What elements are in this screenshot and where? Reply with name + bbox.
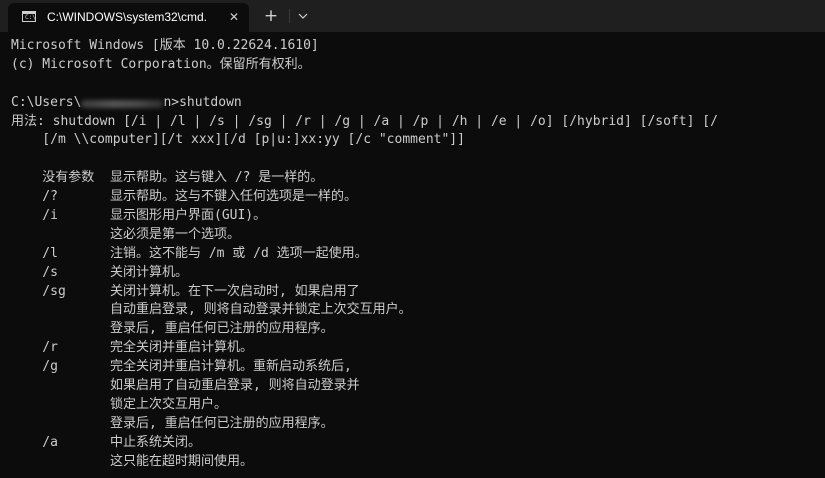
option-line: /sg 关闭计算机。在下一次启动时, 如果启用了 <box>11 283 825 302</box>
option-flag: /sg <box>11 283 66 299</box>
option-line: 自动重启登录, 则将自动登录并锁定上次交互用户。 <box>11 301 825 320</box>
option-description: 关闭计算机。在下一次启动时, 如果启用了 <box>110 283 360 299</box>
option-description: 自动重启登录, 则将自动登录并锁定上次交互用户。 <box>110 302 412 318</box>
tab-cmd[interactable]: C:\ C:\WINDOWS\system32\cmd. ✕ <box>8 3 249 32</box>
option-description: 完全关闭并重启计算机。重新启动系统后, <box>110 359 352 375</box>
option-line: 如果启用了自动重启登录, 则将自动登录并 <box>11 377 825 396</box>
option-description: 锁定上次交互用户。 <box>110 396 228 412</box>
option-line: /? 显示帮助。这与不键入任何选项是一样的。 <box>11 188 825 207</box>
terminal-window: C:\ C:\WINDOWS\system32\cmd. ✕ + Microso… <box>0 0 825 478</box>
chevron-down-icon <box>298 13 308 19</box>
banner-line: Microsoft Windows [版本 10.0.22624.1610] <box>11 38 319 53</box>
tab-divider <box>289 9 290 23</box>
option-description: 显示帮助。这与不键入任何选项是一样的。 <box>110 189 358 205</box>
usage-line: [/m \\computer][/t xxx][/d [p|u:]xx:yy [… <box>11 132 465 148</box>
usage-line: 用法: shutdown [/i | /l | /s | /sg | /r | … <box>11 113 718 129</box>
banner-line: (c) Microsoft Corporation。保留所有权利。 <box>11 56 311 72</box>
option-line: /i 显示图形用户界面(GUI)。 <box>11 207 825 226</box>
option-line: 这只能在超时期间使用。 <box>11 453 825 472</box>
prompt-prefix: C:\Users\ <box>11 94 82 110</box>
option-line: /a 中止系统关闭。 <box>11 434 825 453</box>
option-flag: /s <box>11 264 58 280</box>
option-flag: /i <box>11 208 58 224</box>
option-description: 中止系统关闭。 <box>110 434 202 450</box>
option-line: 没有参数 显示帮助。这与键入 /? 是一样的。 <box>11 169 825 188</box>
tab-dropdown-button[interactable] <box>294 5 312 27</box>
option-flag: 没有参数 <box>11 170 95 186</box>
option-line: 锁定上次交互用户。 <box>11 396 825 415</box>
option-description: 关闭计算机。 <box>110 264 189 280</box>
option-line: 登录后, 重启任何已注册的应用程序。 <box>11 320 825 339</box>
option-description: 这只能在超时期间使用。 <box>110 453 254 469</box>
option-description: 显示帮助。这与键入 /? 是一样的。 <box>110 170 324 186</box>
option-description: 登录后, 重启任何已注册的应用程序。 <box>110 415 334 431</box>
option-flag: /g <box>11 359 58 375</box>
cmd-icon: C:\ <box>22 11 36 22</box>
option-flag: /r <box>11 340 58 356</box>
close-icon[interactable]: ✕ <box>225 8 243 26</box>
option-line: /r 完全关闭并重启计算机。 <box>11 339 825 358</box>
option-line: /g 完全关闭并重启计算机。重新启动系统后, <box>11 358 825 377</box>
option-description: 完全关闭并重启计算机。 <box>110 340 254 356</box>
option-list: 没有参数 显示帮助。这与键入 /? 是一样的。 /? 显示帮助。这与不键入任何选项是… <box>11 169 825 471</box>
option-description: 注销。这不能与 /m 或 /d 选项一起使用。 <box>110 245 368 261</box>
tab-title: C:\WINDOWS\system32\cmd. <box>47 10 208 24</box>
new-tab-button[interactable]: + <box>259 5 283 27</box>
prompt-command: n>shutdown <box>163 94 242 110</box>
option-description: 如果启用了自动重启登录, 则将自动登录并 <box>110 378 360 394</box>
option-flag: /l <box>11 245 58 261</box>
option-line: /l 注销。这不能与 /m 或 /d 选项一起使用。 <box>11 245 825 264</box>
title-bar[interactable]: C:\ C:\WINDOWS\system32\cmd. ✕ + <box>0 0 825 32</box>
console-output[interactable]: Microsoft Windows [版本 10.0.22624.1610] (… <box>11 37 825 478</box>
option-line: /s 关闭计算机。 <box>11 264 825 283</box>
redacted-username <box>81 99 164 108</box>
option-line: 这必须是第一个选项。 <box>11 226 825 245</box>
prompt-line: C:\Users\ n>shutdown <box>11 94 825 113</box>
option-description: 这必须是第一个选项。 <box>110 226 241 242</box>
option-flag: /? <box>11 189 58 205</box>
option-description: 登录后, 重启任何已注册的应用程序。 <box>110 321 334 337</box>
option-flag: /a <box>11 434 58 450</box>
option-description: 显示图形用户界面(GUI)。 <box>110 208 267 224</box>
option-line: 登录后, 重启任何已注册的应用程序。 <box>11 415 825 434</box>
